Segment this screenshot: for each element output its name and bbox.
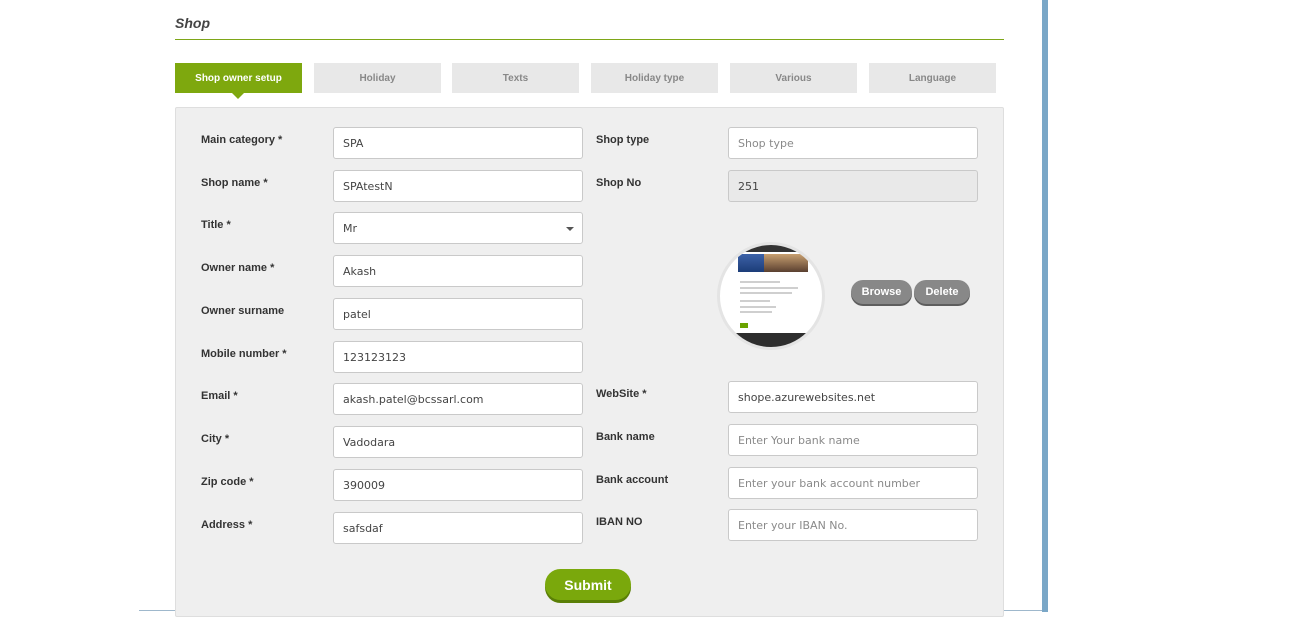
shop-name-label: Shop name *: [201, 177, 268, 189]
title-label: Title *: [201, 219, 231, 231]
owner-name-value: Akash: [343, 264, 377, 278]
zip-code-field[interactable]: 390009: [333, 469, 583, 501]
window-edge: [1042, 0, 1048, 612]
website-value: shope.azurewebsites.net: [738, 390, 876, 404]
main-category-value: SPA: [343, 136, 364, 150]
email-label: Email *: [201, 390, 238, 402]
iban-field[interactable]: Enter your IBAN No.: [728, 509, 978, 541]
tab-holiday-type[interactable]: Holiday type: [591, 63, 718, 93]
delete-button[interactable]: Delete: [914, 280, 970, 304]
email-value: akash.patel@bcssarl.com: [343, 392, 484, 406]
tab-shop-owner-setup[interactable]: Shop owner setup: [175, 63, 302, 99]
shop-no-value: 251: [738, 179, 759, 193]
chevron-down-icon: [566, 227, 574, 231]
website-field[interactable]: shope.azurewebsites.net: [728, 381, 978, 413]
bank-name-placeholder: Enter Your bank name: [738, 433, 860, 447]
bank-account-field[interactable]: Enter your bank account number: [728, 467, 978, 499]
shop-name-value: SPAtestN: [343, 179, 393, 193]
address-label: Address *: [201, 519, 253, 531]
bank-account-placeholder: Enter your bank account number: [738, 476, 921, 490]
shop-name-field[interactable]: SPAtestN: [333, 170, 583, 202]
iban-placeholder: Enter your IBAN No.: [738, 518, 848, 532]
owner-surname-field[interactable]: patel: [333, 298, 583, 330]
email-field[interactable]: akash.patel@bcssarl.com: [333, 383, 583, 415]
tab-language[interactable]: Language: [869, 63, 996, 93]
owner-name-field[interactable]: Akash: [333, 255, 583, 287]
main-category-field[interactable]: SPA: [333, 127, 583, 159]
mobile-number-field[interactable]: 123123123: [333, 341, 583, 373]
bank-account-label: Bank account: [596, 474, 669, 486]
tab-texts[interactable]: Texts: [452, 63, 579, 93]
page-title: Shop: [175, 15, 210, 31]
zip-code-value: 390009: [343, 478, 385, 492]
city-value: Vadodara: [343, 435, 396, 449]
city-field[interactable]: Vadodara: [333, 426, 583, 458]
mobile-number-label: Mobile number *: [201, 348, 287, 360]
city-label: City *: [201, 433, 230, 445]
browse-button[interactable]: Browse: [851, 280, 912, 304]
title-divider: [175, 39, 1004, 40]
owner-name-label: Owner name *: [201, 262, 275, 274]
owner-surname-label: Owner surname: [201, 305, 285, 317]
address-field[interactable]: safsdaf: [333, 512, 583, 544]
submit-button[interactable]: Submit: [545, 569, 631, 600]
shop-no-field: 251: [728, 170, 978, 202]
owner-surname-value: patel: [343, 307, 371, 321]
shop-owner-form: Main category * SPA Shop name * SPAtestN…: [175, 107, 1004, 617]
iban-label: IBAN NO: [596, 516, 643, 528]
title-value: Mr: [343, 221, 358, 235]
mobile-number-value: 123123123: [343, 350, 406, 364]
bank-name-label: Bank name: [596, 431, 655, 443]
shop-type-placeholder: Shop type: [738, 136, 794, 150]
zip-code-label: Zip code *: [201, 476, 254, 488]
main-category-label: Main category *: [201, 134, 283, 146]
tab-bar: Shop owner setup Holiday Texts Holiday t…: [175, 63, 1005, 99]
tab-holiday[interactable]: Holiday: [314, 63, 441, 93]
title-select[interactable]: Mr: [333, 212, 583, 244]
shop-image-preview: [717, 242, 825, 350]
website-label: WebSite *: [596, 388, 647, 400]
address-value: safsdaf: [343, 521, 383, 535]
tab-various[interactable]: Various: [730, 63, 857, 93]
bank-name-field[interactable]: Enter Your bank name: [728, 424, 978, 456]
shop-type-label: Shop type: [596, 134, 650, 146]
shop-no-label: Shop No: [596, 177, 642, 189]
shop-type-field[interactable]: Shop type: [728, 127, 978, 159]
